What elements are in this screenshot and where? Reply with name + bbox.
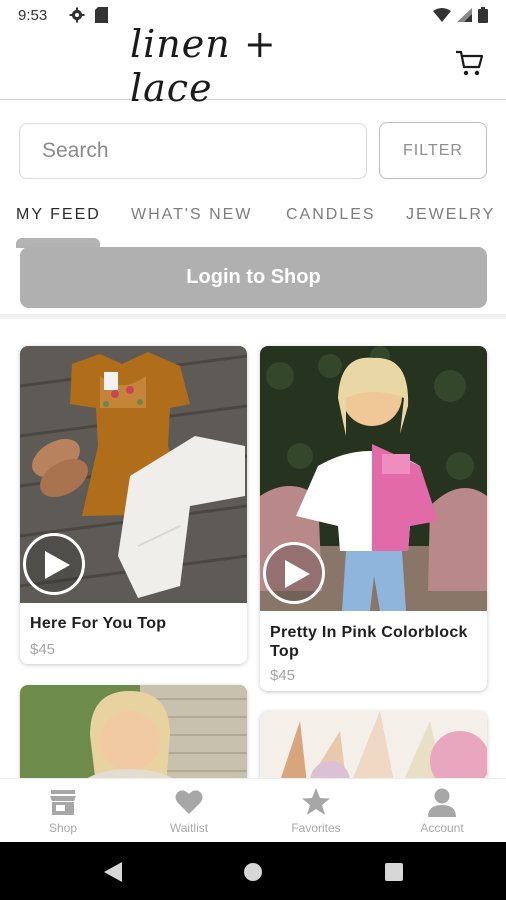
product-price: $45 (270, 667, 296, 684)
play-video-button[interactable] (23, 533, 85, 595)
product-card[interactable]: Here For You Top $45 (20, 346, 247, 664)
battery-icon (478, 7, 488, 23)
nav-favorites-label: Favorites (291, 821, 341, 835)
account-icon (428, 788, 456, 817)
settings-gear-icon (69, 7, 85, 23)
wifi-icon (433, 8, 451, 22)
cell-signal-icon (457, 8, 472, 22)
product-title[interactable]: Pretty In Pink Colorblock Top (270, 623, 479, 661)
tab-whats-new[interactable]: WHAT'S NEW (131, 206, 252, 224)
search-placeholder: Search (42, 139, 109, 162)
nav-account-label: Account (420, 821, 464, 835)
store-icon (50, 790, 76, 815)
system-navigation-bar (0, 842, 506, 900)
back-triangle-icon[interactable] (103, 861, 123, 883)
shopping-cart-icon[interactable] (454, 48, 484, 78)
section-divider (0, 314, 506, 319)
app-header: linen + lace (0, 22, 506, 110)
brand-logo[interactable]: linen + lace (130, 22, 360, 110)
nav-waitlist[interactable]: Waitlist (139, 787, 239, 835)
play-icon (45, 551, 70, 579)
product-title[interactable]: Here For You Top (30, 614, 239, 633)
nav-shop-label: Shop (48, 821, 78, 835)
nav-account[interactable]: Account (392, 787, 492, 835)
category-tabs: MY FEED WHAT'S NEW CANDLES JEWELRY (0, 200, 506, 248)
product-price: $45 (30, 641, 56, 658)
status-time: 9:53 (18, 6, 48, 24)
nav-waitlist-label: Waitlist (169, 821, 209, 835)
star-icon (302, 788, 330, 815)
nav-favorites[interactable]: Favorites (266, 787, 366, 835)
play-video-button[interactable] (263, 542, 325, 604)
play-icon (285, 560, 310, 588)
bottom-navigation: Shop Waitlist Favorites Account (0, 778, 506, 842)
tab-jewelry[interactable]: JEWELRY (406, 206, 495, 224)
home-circle-icon[interactable] (244, 863, 262, 881)
product-card[interactable]: Pretty In Pink Colorblock Top $45 (260, 346, 487, 691)
nav-shop[interactable]: Shop (13, 787, 113, 835)
filter-button[interactable]: FILTER (379, 122, 487, 179)
tab-candles[interactable]: CANDLES (286, 206, 376, 224)
tab-my-feed[interactable]: MY FEED (16, 206, 101, 224)
recents-square-icon[interactable] (385, 863, 403, 881)
sd-card-icon (95, 7, 109, 23)
search-input[interactable]: Search (19, 123, 367, 179)
heart-icon (175, 790, 203, 814)
login-to-shop-button[interactable]: Login to Shop (20, 247, 487, 308)
